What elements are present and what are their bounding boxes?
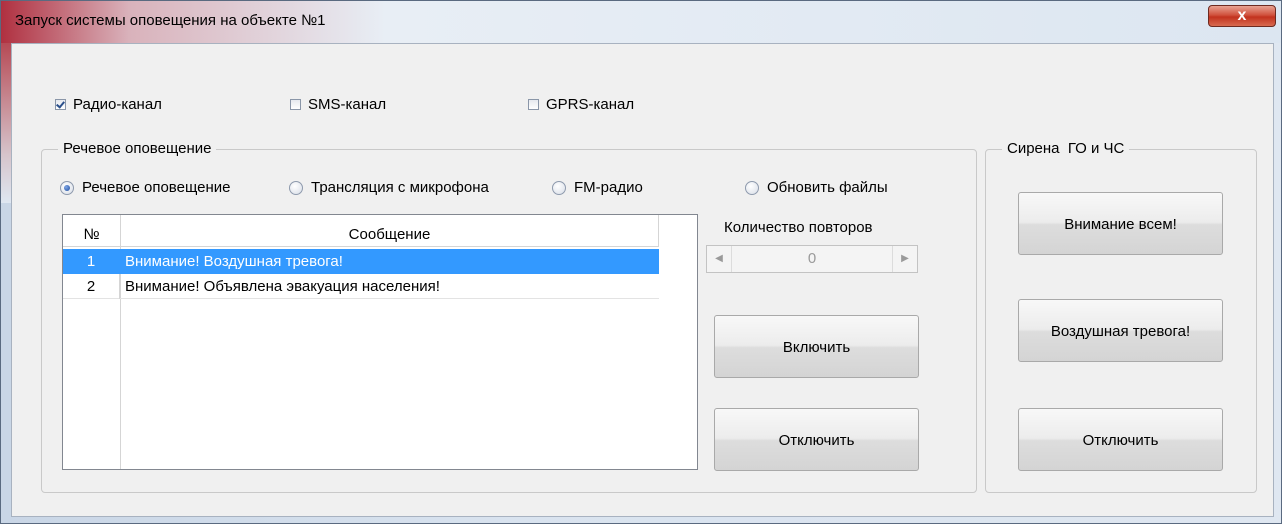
checkbox-unchecked-icon [290,99,301,110]
window-frame-accent [1,43,11,203]
radio-update-files[interactable]: Обновить файлы [745,179,888,196]
repeat-count-label: Количество повторов [724,219,873,236]
close-icon: x [1237,7,1247,24]
checkbox-sms-channel-label: SMS-канал [308,96,387,113]
table-row[interactable]: 1 Внимание! Воздушная тревога! [63,249,659,274]
list-empty-area [659,215,697,469]
checkbox-radio-channel[interactable]: Радио-канал [55,96,162,113]
table-row[interactable]: 2 Внимание! Объявлена эвакуация населени… [63,274,659,299]
row-message: Внимание! Объявлена эвакуация населения! [125,278,440,295]
close-button[interactable]: x [1208,5,1276,27]
checkbox-sms-channel[interactable]: SMS-канал [290,96,386,113]
radio-unselected-icon [289,180,303,195]
repeat-count-value: 0 [731,246,893,272]
radio-update-files-label: Обновить файлы [767,179,888,196]
checkbox-checked-icon [55,99,66,110]
checkbox-radio-channel-label: Радио-канал [73,96,162,113]
repeat-count-spinner[interactable]: ◀ 0 ▶ [706,245,918,273]
title-bar[interactable]: Запуск системы оповещения на объекте №1 … [1,1,1281,43]
checkbox-gprs-channel-label: GPRS-канал [546,96,635,113]
column-header-message[interactable]: Сообщение [121,215,659,247]
radio-microphone[interactable]: Трансляция с микрофона [289,179,489,196]
row-number: 1 [63,249,120,274]
voice-off-button[interactable]: Отключить [714,408,919,471]
message-list-header: № Сообщение [63,215,697,247]
voice-alert-group-title: Речевое оповещение [58,140,217,157]
row-number: 2 [63,274,120,299]
checkbox-unchecked-icon [528,99,539,110]
siren-off-button[interactable]: Отключить [1018,408,1223,471]
radio-microphone-label: Трансляция с микрофона [311,179,489,196]
air-raid-button[interactable]: Воздушная тревога! [1018,299,1223,362]
column-header-number[interactable]: № [63,215,121,247]
radio-voice-alert-label: Речевое оповещение [82,179,231,196]
attention-all-button[interactable]: Внимание всем! [1018,192,1223,255]
row-message: Внимание! Воздушная тревога! [125,253,343,270]
radio-selected-icon [60,180,74,195]
radio-unselected-icon [745,180,759,195]
checkbox-gprs-channel[interactable]: GPRS-канал [528,96,634,113]
radio-unselected-icon [552,180,566,195]
radio-fm[interactable]: FM-радио [552,179,643,196]
message-list[interactable]: № Сообщение 1 Внимание! Воздушная тревог… [62,214,698,470]
window-title: Запуск системы оповещения на объекте №1 [15,12,326,29]
voice-on-button[interactable]: Включить [714,315,919,378]
siren-group-title: Сирена ГО и ЧС [1002,140,1130,157]
radio-fm-label: FM-радио [574,179,643,196]
radio-voice-alert[interactable]: Речевое оповещение [60,179,230,196]
chevron-left-icon[interactable]: ◀ [707,246,731,272]
chevron-right-icon[interactable]: ▶ [893,246,917,272]
dialog-window: Запуск системы оповещения на объекте №1 … [0,0,1282,524]
